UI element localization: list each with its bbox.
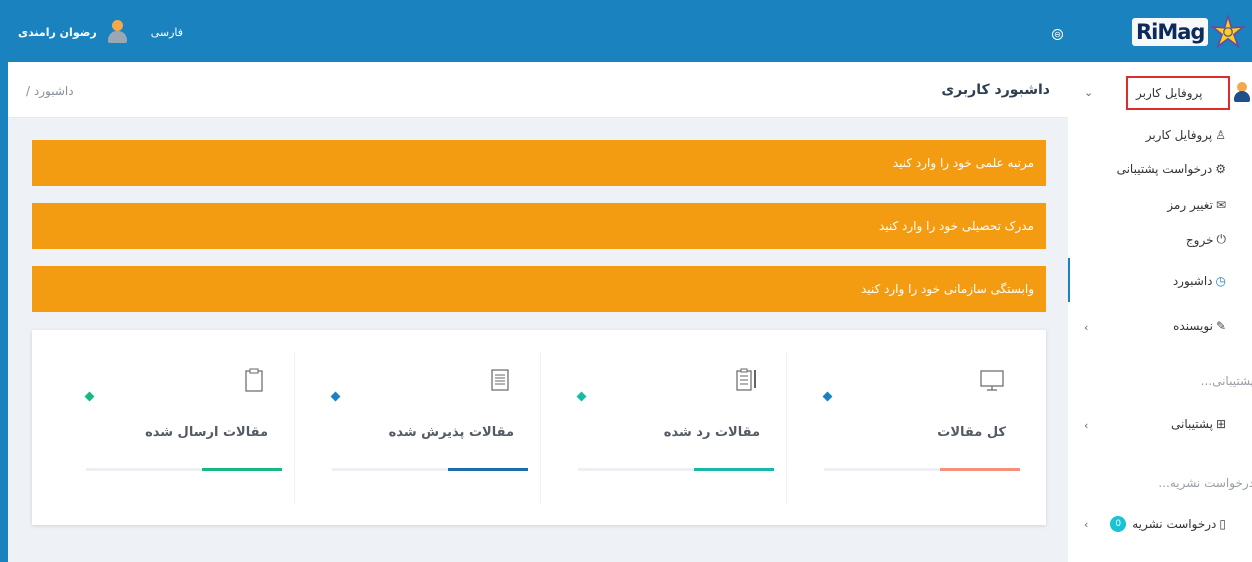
sidebar-item-label: پروفایل کاربر xyxy=(1145,128,1213,142)
sidebar-item-label: درخواست پشتیبانی xyxy=(1116,162,1213,176)
user-outline-icon: ♙ xyxy=(1215,128,1226,142)
power-icon: ⏻ xyxy=(1216,232,1227,246)
edit-icon: ✎ xyxy=(1215,319,1226,333)
chevron-down-icon[interactable]: ⌄ xyxy=(1084,86,1093,99)
sidebar-item-label: درخواست نشریه xyxy=(1132,517,1217,531)
stat-card-submitted[interactable]: مقالات ارسال شده xyxy=(48,352,295,504)
sidebar-item-label: تغییر رمز xyxy=(1167,198,1213,212)
book-icon: ▯ xyxy=(1219,517,1226,531)
monitor-icon xyxy=(980,370,1004,391)
profile-avatar-icon xyxy=(1234,82,1250,102)
stat-card-accepted[interactable]: مقالات پذیرش شده xyxy=(294,352,541,504)
sidebar-item-change-password[interactable]: ✉ تغییر رمز xyxy=(1167,198,1226,212)
page-header: داشبورد / داشبورد کاربری xyxy=(8,62,1068,118)
sidebar-item-profile[interactable]: پروفایل کاربر xyxy=(1136,86,1203,100)
logo-star-icon xyxy=(1211,15,1246,49)
sidebar-item-label: پشتیبانی xyxy=(1171,417,1213,431)
user-avatar-icon[interactable] xyxy=(107,20,127,44)
top-navbar: رضوان رامندی فارسی ⊖ RiMag xyxy=(0,0,1252,62)
logo-text: RiMag xyxy=(1132,18,1209,46)
document-edit-icon xyxy=(736,368,756,391)
stat-progress xyxy=(332,468,528,471)
sidebar-item-label: خروج xyxy=(1185,232,1214,247)
envelope-icon: ✉ xyxy=(1215,198,1226,212)
sidebar-item-support[interactable]: ⊞ پشتیبانی xyxy=(1171,417,1226,431)
clock-icon: ◷ xyxy=(1215,274,1226,288)
main-content: مرتبه علمی خود را وارد کنید مدرک تحصیلی … xyxy=(8,118,1068,562)
alert-affiliation[interactable]: وابستگی سازمانی خود را وارد کنید xyxy=(32,266,1046,312)
stat-label: کل مقالات xyxy=(937,425,1006,440)
stat-progress xyxy=(824,468,1020,471)
rimag-logo[interactable]: RiMag xyxy=(1132,12,1252,52)
sidebar-item-dashboard[interactable]: ◷ داشبورد xyxy=(1173,274,1226,288)
sidebar-item-label: نویسنده xyxy=(1173,319,1213,333)
user-menu[interactable]: رضوان رامندی فارسی xyxy=(18,20,183,44)
active-indicator xyxy=(1068,258,1070,302)
document-list-icon xyxy=(491,369,509,391)
plus-box-icon: ⊞ xyxy=(1215,417,1226,431)
status-dot xyxy=(576,391,587,402)
sidebar-item-support-request[interactable]: ⚙ درخواست پشتیبانی xyxy=(1117,162,1226,176)
left-edge-accent xyxy=(0,62,8,562)
section-header-support: پشتیبانی... xyxy=(1200,374,1252,388)
language-selector[interactable]: فارسی xyxy=(151,26,183,39)
chevron-left-icon[interactable]: › xyxy=(1084,518,1088,531)
stat-card-rejected[interactable]: مقالات رد شده xyxy=(540,352,787,504)
sidebar-item-journal-request[interactable]: ▯ درخواست نشریه 0 xyxy=(1110,516,1226,532)
collapse-sidebar-icon[interactable]: ⊖ xyxy=(1052,29,1063,40)
page-title: داشبورد کاربری xyxy=(941,82,1050,98)
status-dot xyxy=(822,391,833,402)
alert-degree[interactable]: مدرک تحصیلی خود را وارد کنید xyxy=(32,203,1046,249)
sidebar-item-author[interactable]: ✎ نویسنده xyxy=(1173,319,1226,333)
user-name[interactable]: رضوان رامندی xyxy=(18,26,97,39)
stat-label: مقالات پذیرش شده xyxy=(388,425,514,440)
gear-icon: ⚙ xyxy=(1215,162,1226,176)
chevron-left-icon[interactable]: › xyxy=(1084,321,1088,334)
stat-card-total[interactable]: کل مقالات xyxy=(786,352,1032,504)
alert-academic-rank[interactable]: مرتبه علمی خود را وارد کنید xyxy=(32,140,1046,186)
breadcrumb[interactable]: داشبورد / xyxy=(26,84,74,98)
section-header-journal: درخواست نشریه... xyxy=(1158,476,1252,490)
status-dot xyxy=(84,391,95,402)
clipboard-icon xyxy=(245,368,263,392)
sidebar: پروفایل کاربر ⌄ ♙ پروفایل کاربر ⚙ درخواس… xyxy=(1068,62,1252,562)
sidebar-item-logout[interactable]: ⏻ خروج xyxy=(1186,232,1226,247)
sidebar-item-user-profile[interactable]: ♙ پروفایل کاربر xyxy=(1146,128,1226,142)
stat-progress xyxy=(86,468,282,471)
stats-panel: کل مقالات مقالات رد شده مقالات پذیرش شده… xyxy=(32,330,1046,525)
chevron-left-icon[interactable]: › xyxy=(1084,419,1088,432)
status-dot xyxy=(330,391,341,402)
sidebar-item-label: داشبورد xyxy=(1172,274,1213,288)
stat-label: مقالات رد شده xyxy=(663,425,760,440)
stat-label: مقالات ارسال شده xyxy=(145,425,268,440)
stat-progress xyxy=(578,468,774,471)
count-badge: 0 xyxy=(1110,516,1127,532)
